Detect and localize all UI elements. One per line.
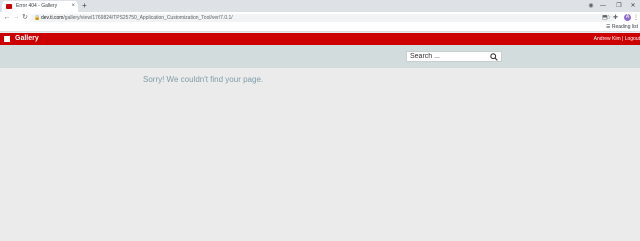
user-menu: Andrew Kim | Logout — [594, 33, 640, 45]
account-circle-icon[interactable]: ◉ — [586, 0, 596, 12]
error-message: Sorry! We couldn't find your page. — [143, 75, 264, 84]
bookmarks-bar: ☰ Reading list — [0, 24, 640, 32]
reading-list-button[interactable]: ☰ Reading list — [606, 24, 638, 31]
window-close-button[interactable]: ✕ — [626, 0, 640, 12]
lock-icon: 🔒 — [34, 15, 41, 21]
site-title[interactable]: Gallery — [15, 33, 39, 45]
reload-button[interactable]: ↻ — [20, 12, 30, 24]
browser-tab[interactable]: Error 404 - Gallery × — [2, 1, 78, 12]
restore-button[interactable]: ❐ — [612, 0, 626, 12]
browser-tab-strip: Error 404 - Gallery × + — ❐ ✕ ◉ — [0, 0, 640, 12]
search-band — [0, 45, 640, 68]
browser-menu-icon[interactable]: ⋮ — [633, 13, 639, 23]
url-host: dev.ti.com — [41, 15, 64, 21]
extension-icon[interactable]: ⬒ — [602, 13, 608, 23]
address-bar[interactable]: 🔒 dev.ti.com/gallery/view/1769824/TPS257… — [31, 14, 615, 22]
tab-close-icon[interactable]: × — [71, 1, 75, 12]
reading-list-label: Reading list — [611, 24, 638, 30]
logout-link[interactable]: Logout — [625, 36, 640, 42]
tab-title: Error 404 - Gallery — [16, 3, 58, 9]
site-favicon-icon — [6, 4, 12, 9]
search-box — [406, 51, 502, 62]
reading-list-icon: ☰ — [605, 24, 611, 30]
main-content: Sorry! We couldn't find your page. — [0, 68, 640, 241]
search-input[interactable] — [407, 52, 487, 61]
url-path: /gallery/view/1769824/TPS25750_Applicati… — [63, 15, 233, 21]
user-name-link[interactable]: Andrew Kim — [594, 36, 621, 42]
search-icon[interactable] — [490, 53, 498, 61]
browser-toolbar: ← → ↻ 🔒 dev.ti.com/gallery/view/1769824/… — [0, 12, 640, 24]
minimize-button[interactable]: — — [596, 0, 610, 12]
site-header: Gallery Andrew Kim | Logout — [0, 33, 640, 45]
extensions-puzzle-icon[interactable]: ✚ — [613, 13, 618, 23]
profile-avatar[interactable]: A — [624, 14, 631, 21]
apps-grid-icon[interactable] — [4, 36, 10, 42]
new-tab-button[interactable]: + — [82, 0, 87, 12]
